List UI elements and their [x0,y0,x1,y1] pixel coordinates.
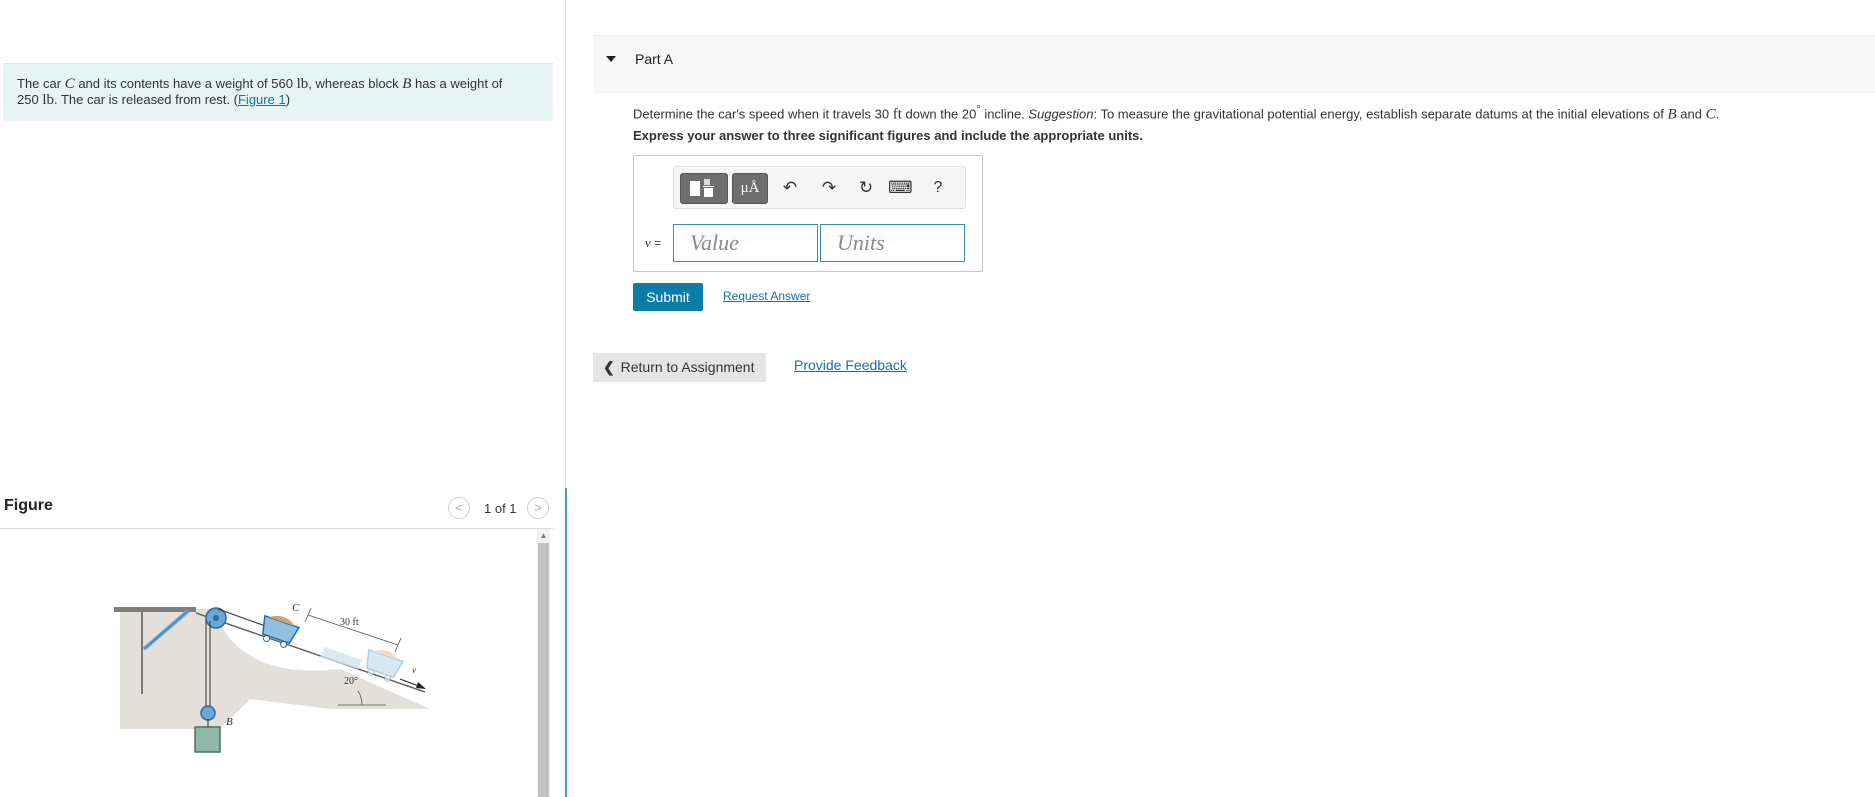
answer-box: μÅ ↶ ↷ ↻ ⌨ ? v = [633,155,983,272]
pane-divider [565,0,566,488]
label-v: v [412,665,416,675]
figure-prev-button[interactable]: < [448,497,470,519]
question-text: Determine the car's speed when it travel… [633,101,1719,123]
scroll-up-icon[interactable]: ▲ [537,531,550,541]
unit-lb: lb [296,76,309,92]
symbols-button[interactable]: μÅ [732,173,768,204]
dimension-tick [394,637,402,653]
unit-lb: lb [42,92,54,108]
figure-scrollbar[interactable]: ▲ [537,529,550,797]
figure-title: Figure [4,497,53,514]
caret-down-icon[interactable] [606,56,616,62]
car-c-final [365,648,405,682]
var-b: B [402,76,412,92]
templates-icon [690,179,714,197]
problem-text: , whereas block [308,76,403,91]
suggestion-label: Suggestion [1028,106,1094,122]
label-angle: 20° [344,676,358,687]
problem-statement: The car C and its contents have a weight… [3,63,553,121]
submit-button[interactable]: Submit [633,283,703,311]
unit-ft: ft [892,106,902,123]
equals-sign: = [650,236,662,250]
var-b: B [1667,106,1677,123]
problem-text: and its contents have a weight of 560 [74,76,297,91]
figure-area: B C 30 ft v 20° [0,529,553,797]
figure-next-button[interactable]: > [527,497,549,519]
request-answer-link[interactable]: Request Answer [723,289,810,303]
undo-icon[interactable]: ↶ [778,177,802,199]
return-label: Return to Assignment [620,359,755,375]
value-input[interactable] [673,224,818,262]
problem-text: 250 [17,92,43,107]
problem-text: The car [17,76,65,91]
part-label: Part A [635,51,674,67]
top-pulley-hub [213,615,219,621]
part-a-header[interactable]: Part A [593,35,1875,93]
chevron-left-icon: < [455,500,463,515]
redo-icon[interactable]: ↷ [817,177,841,199]
support-beam [114,607,196,612]
chevron-right-icon: > [534,500,542,515]
pane-divider-handle[interactable] [565,488,567,797]
keyboard-icon[interactable]: ⌨ [888,177,913,199]
problem-text: . The car is released from rest. ( [53,92,238,107]
reset-icon[interactable]: ↻ [854,177,878,199]
problem-text: has a weight of [411,76,503,91]
figure-diagram: B C 30 ft v 20° [114,602,430,753]
question-segment: down the 20 [901,106,977,122]
answer-variable-label: v = [645,235,661,251]
chevron-left-icon: ❮ [603,359,615,375]
question-segment: and [1676,106,1706,122]
block-b [194,726,221,753]
math-toolbar: μÅ ↶ ↷ ↻ ⌨ ? [673,166,966,209]
question-segment: . [1715,106,1720,122]
label-b: B [226,716,233,728]
dimension-tick [304,607,312,623]
answer-instruction: Express your answer to three significant… [633,128,1143,143]
left-pane: The car C and its contents have a weight… [0,0,565,797]
units-input[interactable] [820,224,965,262]
scrollbar-thumb[interactable] [538,543,549,797]
question-segment: : To measure the gravitational potential… [1093,106,1668,122]
question-segment: incline. [980,106,1029,122]
var-c: C [1705,106,1716,123]
var-c: C [64,76,75,92]
problem-text: ) [285,92,291,107]
templates-button[interactable] [680,173,728,204]
bottom-pulley [200,705,216,721]
figure-header: Figure < 1 of 1 > [0,490,553,529]
question-segment: Determine the car's speed when it travel… [633,106,893,122]
figure-link[interactable]: Figure 1 [238,92,286,107]
label-c: C [292,602,300,614]
velocity-arrowhead [416,682,426,689]
car-c [261,614,301,648]
provide-feedback-link[interactable]: Provide Feedback [794,357,907,373]
return-to-assignment-button[interactable]: ❮ Return to Assignment [593,353,766,382]
help-icon[interactable]: ? [926,177,950,199]
label-distance: 30 ft [340,617,359,628]
motion-streaks [320,647,362,669]
figure-counter: 1 of 1 [484,501,517,516]
